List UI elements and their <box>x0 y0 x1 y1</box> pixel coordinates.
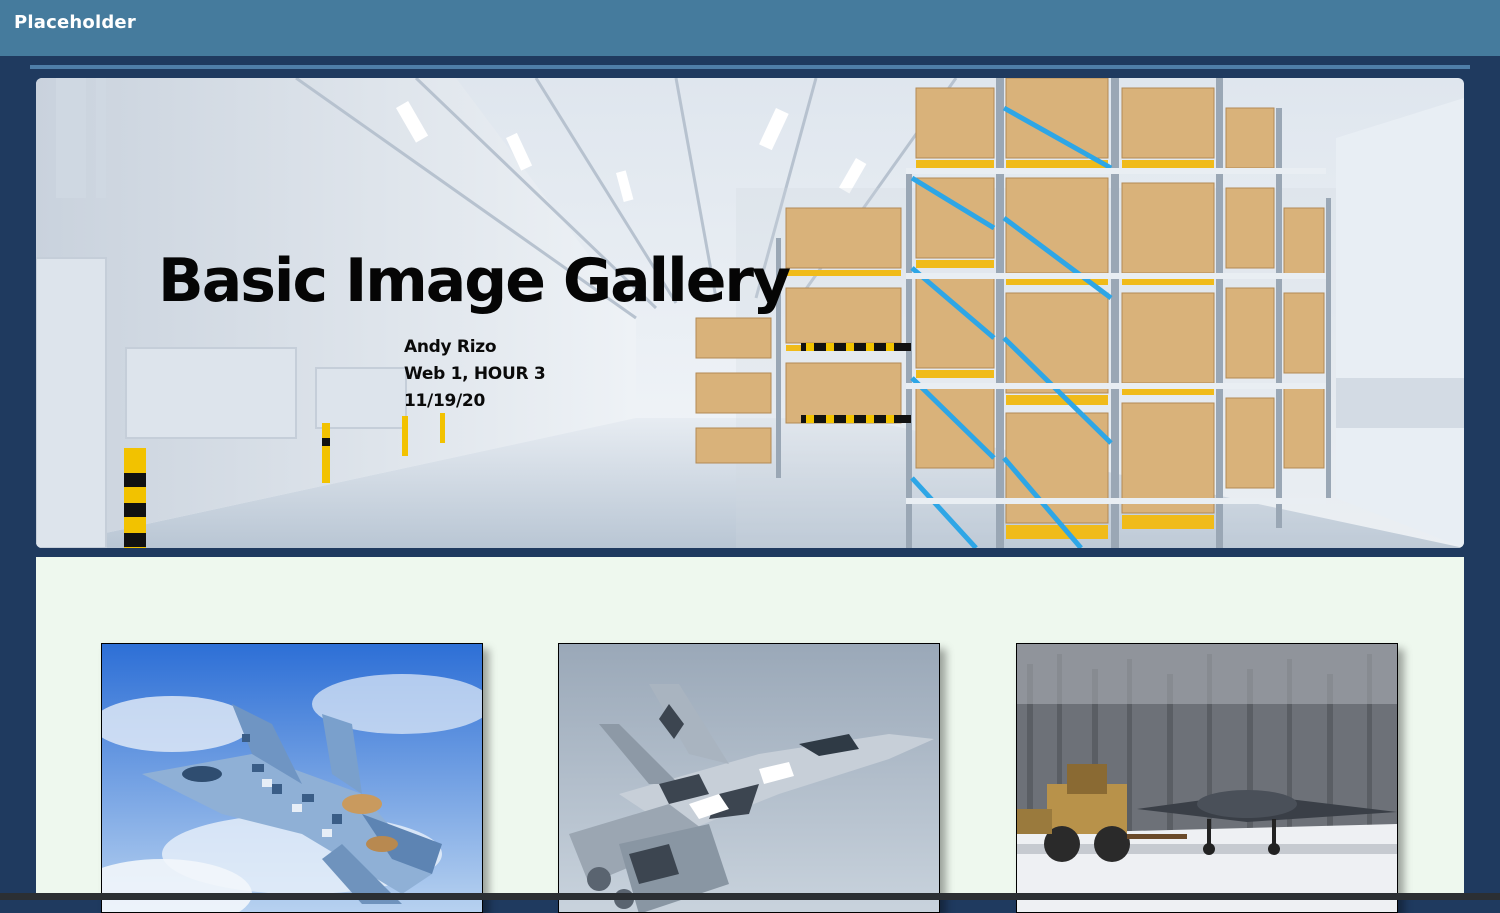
header-divider <box>30 65 1470 69</box>
gallery-image-2[interactable] <box>558 643 940 913</box>
date-text: 11/19/20 <box>404 391 485 411</box>
author-name: Andy Rizo <box>404 337 497 357</box>
gallery-image-1[interactable] <box>101 643 483 913</box>
image-gallery <box>36 557 1464 913</box>
hero-banner: Basic Image Gallery Andy Rizo Web 1, HOU… <box>36 78 1464 548</box>
gallery-image-3[interactable] <box>1016 643 1398 913</box>
course-name: Web 1, HOUR 3 <box>404 364 546 384</box>
navbar-brand[interactable]: Placeholder <box>14 12 136 33</box>
hero-meta: Andy Rizo Web 1, HOUR 3 11/19/20 <box>404 334 546 415</box>
top-navbar: Placeholder <box>0 0 1500 56</box>
page-title: Basic Image Gallery <box>158 246 791 316</box>
bottom-edge <box>0 893 1500 900</box>
